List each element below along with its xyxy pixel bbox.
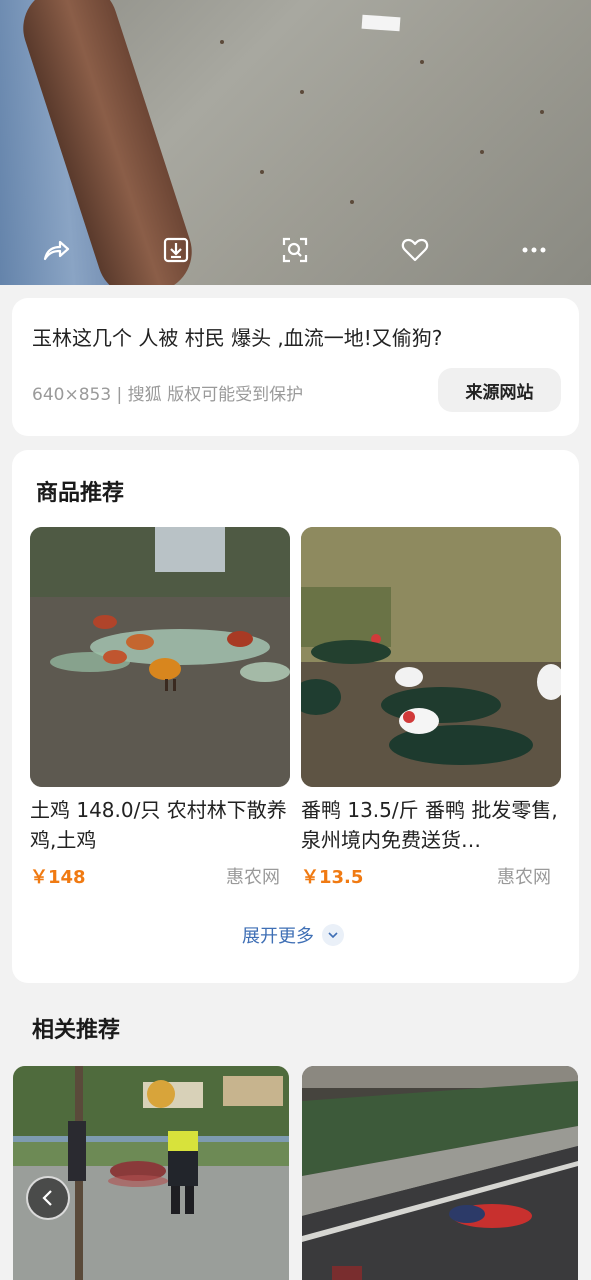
product-image[interactable] — [30, 527, 290, 787]
product-name[interactable]: 番鸭 13.5/斤 番鸭 批发零售,泉州境内免费送货… — [301, 795, 561, 855]
product-card[interactable]: 土鸡 148.0/只 农村林下散养鸡,土鸡 ￥148 惠农网 — [30, 527, 290, 889]
image-action-bar — [0, 222, 591, 277]
product-price: ￥13.5 — [301, 867, 364, 888]
chevron-left-icon — [42, 1190, 52, 1206]
image-title[interactable]: 玉林这几个 人被 村民 爆头 ,血流一地!又偷狗? — [32, 322, 442, 351]
image-info-card: 玉林这几个 人被 村民 爆头 ,血流一地!又偷狗? 640×853 | 搜狐 版… — [12, 298, 579, 436]
image-viewer[interactable] — [0, 0, 591, 285]
product-price: ￥148 — [30, 867, 86, 888]
expand-more-button[interactable]: 展开更多 — [242, 922, 344, 948]
section-title: 商品推荐 — [36, 481, 125, 506]
photo-debris — [361, 14, 401, 32]
product-image[interactable] — [301, 527, 561, 787]
product-card[interactable]: 番鸭 13.5/斤 番鸭 批发零售,泉州境内免费送货… ￥13.5 惠农网 — [301, 527, 561, 889]
product-recommendations: 商品推荐 土鸡 148.0/只 农村林下散养鸡,土鸡 ￥148 惠农网 番鸭 1… — [12, 450, 579, 983]
expand-more-label: 展开更多 — [242, 926, 314, 947]
share-icon[interactable] — [36, 230, 76, 270]
product-name[interactable]: 土鸡 148.0/只 农村林下散养鸡,土鸡 — [30, 795, 290, 855]
image-search-icon[interactable] — [275, 230, 315, 270]
product-merchant: 惠农网 — [497, 867, 551, 888]
related-image[interactable] — [302, 1066, 578, 1280]
source-site-button[interactable]: 来源网站 — [438, 368, 561, 412]
chevron-down-icon — [322, 924, 344, 946]
heart-icon[interactable] — [395, 230, 435, 270]
more-icon[interactable] — [514, 230, 554, 270]
section-title: 相关推荐 — [32, 1018, 121, 1043]
related-image[interactable] — [13, 1066, 289, 1280]
image-meta: 640×853 | 搜狐 版权可能受到保护 — [32, 385, 304, 405]
product-merchant: 惠农网 — [226, 867, 280, 888]
back-button[interactable] — [26, 1176, 70, 1220]
download-icon[interactable] — [156, 230, 196, 270]
